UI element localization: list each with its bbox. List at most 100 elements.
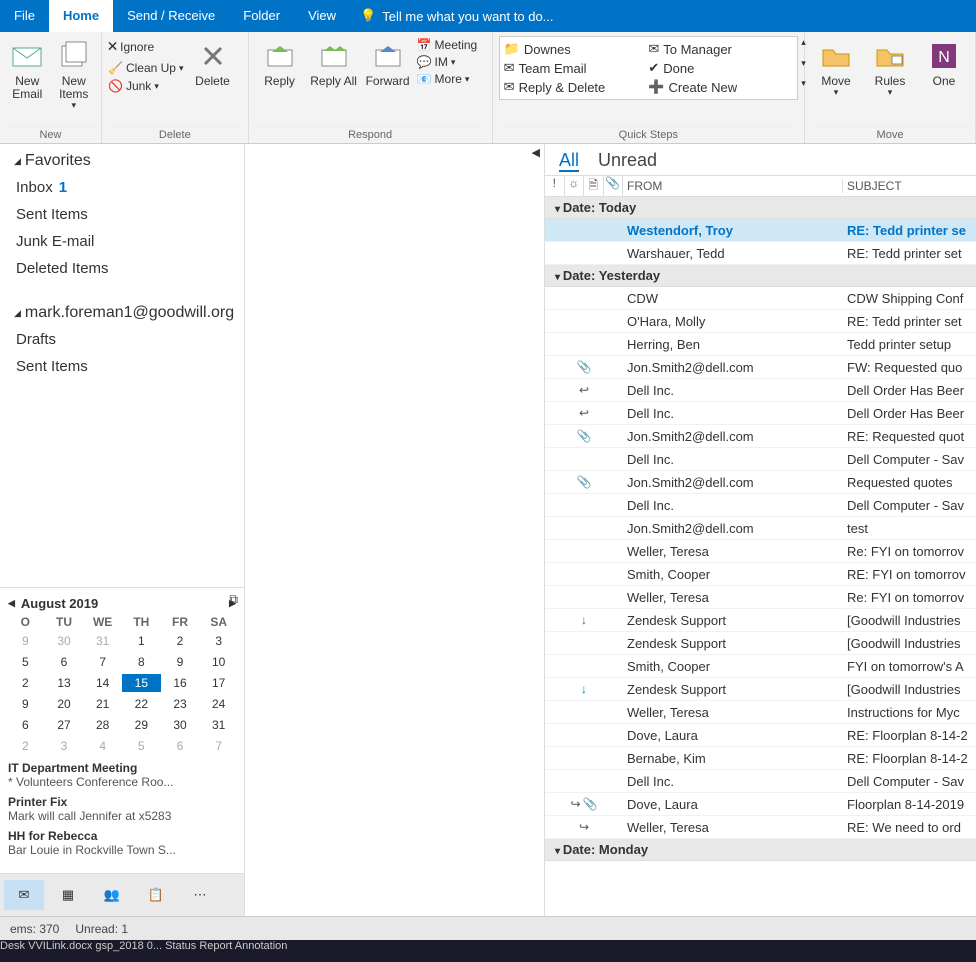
message-row[interactable]: Dell Inc.Dell Computer - Sav: [545, 494, 976, 517]
message-row[interactable]: Bernabe, KimRE: Floorplan 8-14-2: [545, 747, 976, 770]
message-group-header[interactable]: Date: Yesterday: [545, 265, 976, 287]
message-row[interactable]: ↩Dell Inc.Dell Order Has Beer: [545, 402, 976, 425]
cal-day[interactable]: 3: [45, 737, 84, 755]
calendar-icon[interactable]: ▦: [48, 880, 88, 910]
message-row[interactable]: ↩Dell Inc.Dell Order Has Beer: [545, 379, 976, 402]
rules-button[interactable]: Rules▾: [865, 36, 915, 98]
cal-prev-icon[interactable]: ◀: [8, 598, 15, 609]
cal-day[interactable]: 23: [161, 695, 200, 713]
cal-day[interactable]: 2: [161, 632, 200, 650]
message-row[interactable]: Zendesk Support[Goodwill Industries: [545, 632, 976, 655]
cal-day[interactable]: 7: [83, 653, 122, 671]
col-attach-icon[interactable]: 📎: [604, 176, 624, 197]
qs-done[interactable]: ✔ Done: [648, 60, 783, 76]
cal-day[interactable]: 9: [6, 695, 45, 713]
cal-day[interactable]: 31: [199, 716, 238, 734]
cal-day[interactable]: 6: [161, 737, 200, 755]
cal-day[interactable]: 24: [199, 695, 238, 713]
message-row[interactable]: Smith, CooperFYI on tomorrow's A: [545, 655, 976, 678]
nav-inbox[interactable]: Inbox1: [0, 174, 244, 201]
message-row[interactable]: CDWCDW Shipping Conf: [545, 287, 976, 310]
cal-day[interactable]: 5: [6, 653, 45, 671]
message-row[interactable]: ↓Zendesk Support[Goodwill Industries: [545, 609, 976, 632]
collapse-arrow-icon[interactable]: ◀: [532, 146, 540, 159]
message-row[interactable]: 📎Jon.Smith2@dell.comRE: Requested quot: [545, 425, 976, 448]
cal-day[interactable]: 21: [83, 695, 122, 713]
cal-day[interactable]: 29: [122, 716, 161, 734]
meeting-button[interactable]: 📅 Meeting: [417, 38, 478, 52]
message-row[interactable]: ↓Zendesk Support[Goodwill Industries: [545, 678, 976, 701]
cal-day[interactable]: 17: [199, 674, 238, 692]
qs-down-icon[interactable]: ▾: [798, 58, 809, 79]
message-row[interactable]: ↪📎Dove, LauraFloorplan 8-14-2019: [545, 793, 976, 816]
new-items-button[interactable]: New Items▾: [53, 36, 96, 111]
cal-day[interactable]: 16: [161, 674, 200, 692]
cal-day[interactable]: 6: [45, 653, 84, 671]
message-row[interactable]: Dell Inc.Dell Computer - Sav: [545, 448, 976, 471]
message-row[interactable]: ↪Weller, TeresaRE: We need to ord: [545, 816, 976, 839]
qs-downes[interactable]: 📁 Downes: [504, 41, 639, 57]
cal-day[interactable]: 9: [161, 653, 200, 671]
favorites-header[interactable]: ◢Favorites: [0, 144, 244, 174]
message-row[interactable]: Westendorf, TroyRE: Tedd printer se: [545, 219, 976, 242]
tab-file[interactable]: File: [0, 0, 49, 32]
onenote-button[interactable]: N One: [919, 36, 969, 88]
nav-drafts[interactable]: Drafts: [0, 326, 244, 353]
more-nav-icon[interactable]: ⋯: [180, 880, 220, 910]
col-subject[interactable]: SUBJECT: [843, 179, 976, 193]
col-reminder-icon[interactable]: ☼: [565, 176, 585, 197]
junk-button[interactable]: 🚫 Junk ▾: [108, 79, 184, 93]
message-row[interactable]: Weller, TeresaRe: FYI on tomorrov: [545, 586, 976, 609]
nav-sent[interactable]: Sent Items: [0, 201, 244, 228]
qs-up-icon[interactable]: ▴: [798, 37, 809, 58]
nav-sent2[interactable]: Sent Items: [0, 353, 244, 380]
cal-day[interactable]: 4: [83, 737, 122, 755]
qs-reply-delete[interactable]: ✉ Reply & Delete: [504, 79, 639, 95]
agenda-event[interactable]: Printer FixMark will call Jennifer at x5…: [8, 795, 236, 823]
nav-junk[interactable]: Junk E-mail: [0, 228, 244, 255]
tab-send-receive[interactable]: Send / Receive: [113, 0, 229, 32]
tell-me-search[interactable]: 💡 Tell me what you want to do...: [350, 8, 553, 24]
more-button[interactable]: 📧 More ▾: [417, 72, 478, 86]
cal-day[interactable]: 3: [199, 632, 238, 650]
col-from[interactable]: FROM: [623, 179, 843, 193]
message-row[interactable]: Jon.Smith2@dell.comtest: [545, 517, 976, 540]
reply-button[interactable]: Reply: [255, 36, 305, 88]
cal-day[interactable]: 10: [199, 653, 238, 671]
qs-create-new[interactable]: ➕ Create New: [648, 79, 783, 95]
cal-day[interactable]: 20: [45, 695, 84, 713]
message-group-header[interactable]: Date: Monday: [545, 839, 976, 861]
tab-view[interactable]: View: [294, 0, 350, 32]
popout-icon[interactable]: ⧉: [229, 592, 238, 607]
cal-day[interactable]: 31: [83, 632, 122, 650]
mail-icon[interactable]: ✉: [4, 880, 44, 910]
cal-day[interactable]: 5: [122, 737, 161, 755]
reply-all-button[interactable]: Reply All: [309, 36, 359, 88]
message-row[interactable]: Weller, TeresaRe: FYI on tomorrov: [545, 540, 976, 563]
filter-all[interactable]: All: [559, 150, 579, 172]
account-header[interactable]: ◢mark.foreman1@goodwill.org: [0, 296, 244, 326]
tab-home[interactable]: Home: [49, 0, 113, 32]
move-button[interactable]: Move▾: [811, 36, 861, 98]
cal-day[interactable]: 8: [122, 653, 161, 671]
message-row[interactable]: Dove, LauraRE: Floorplan 8-14-2: [545, 724, 976, 747]
cal-day[interactable]: 1: [122, 632, 161, 650]
qs-more-icon[interactable]: ▾: [798, 78, 809, 99]
new-email-button[interactable]: New Email: [6, 36, 49, 101]
cal-day[interactable]: 7: [199, 737, 238, 755]
cal-day[interactable]: 15: [122, 674, 161, 692]
people-icon[interactable]: 👥: [92, 880, 132, 910]
agenda-event[interactable]: IT Department Meeting* Volunteers Confer…: [8, 761, 236, 789]
forward-button[interactable]: Forward: [363, 36, 413, 88]
message-row[interactable]: Herring, BenTedd printer setup: [545, 333, 976, 356]
cal-day[interactable]: 28: [83, 716, 122, 734]
message-group-header[interactable]: Date: Today: [545, 197, 976, 219]
message-row[interactable]: O'Hara, MollyRE: Tedd printer set: [545, 310, 976, 333]
cal-day[interactable]: 30: [161, 716, 200, 734]
message-row[interactable]: Smith, CooperRE: FYI on tomorrov: [545, 563, 976, 586]
cal-day[interactable]: 30: [45, 632, 84, 650]
message-row[interactable]: Warshauer, TeddRE: Tedd printer set: [545, 242, 976, 265]
cal-day[interactable]: 13: [45, 674, 84, 692]
col-importance-icon[interactable]: !: [545, 176, 565, 197]
qs-team-email[interactable]: ✉ Team Email: [504, 60, 639, 76]
